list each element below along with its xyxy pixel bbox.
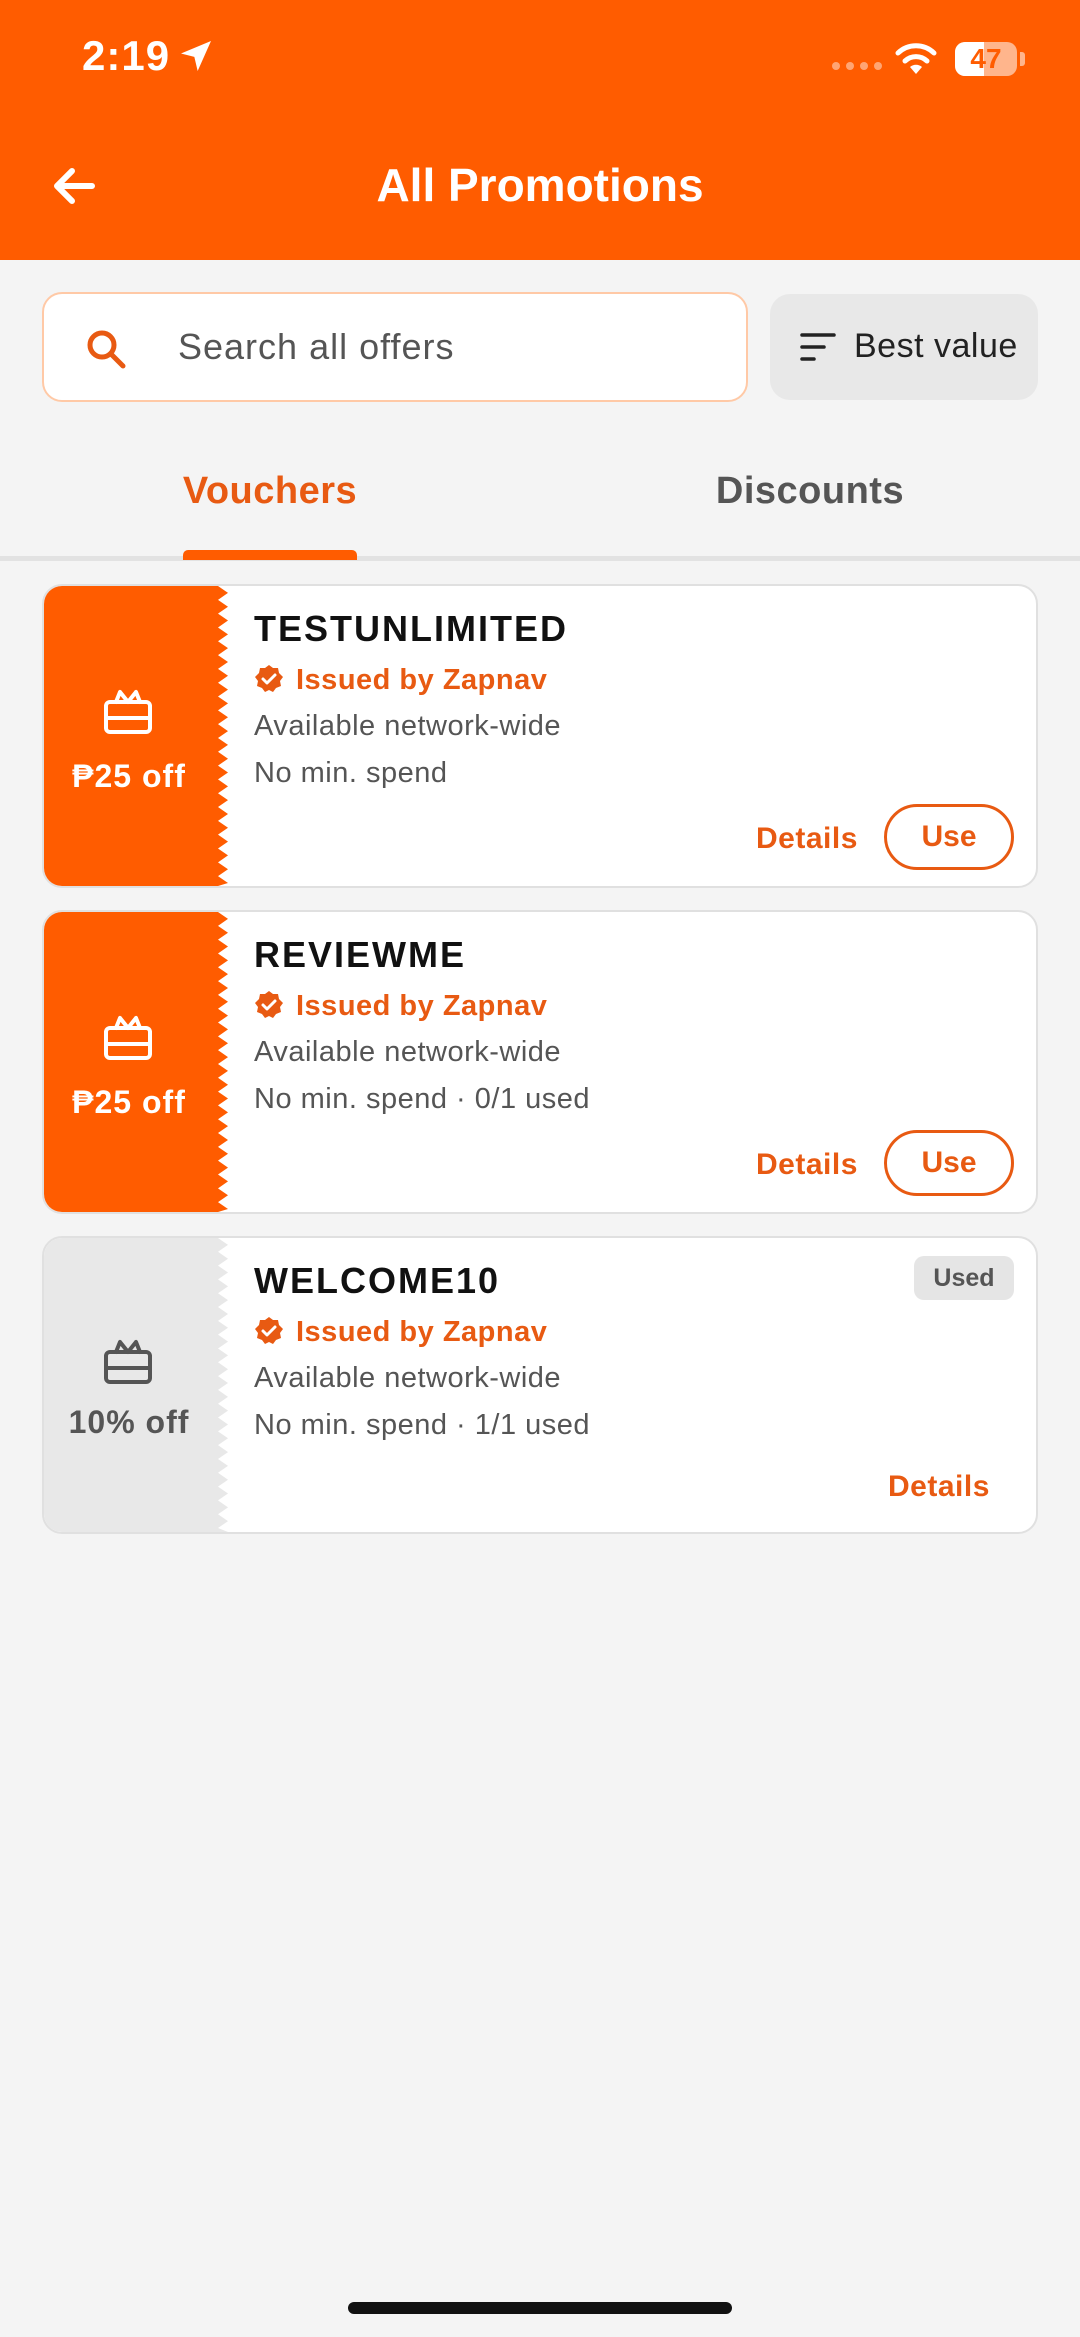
- search-icon: [87, 330, 126, 369]
- voucher-availability: Available network-wide: [254, 1036, 562, 1068]
- sort-button[interactable]: Best value: [770, 294, 1038, 400]
- voucher-card[interactable]: ₱25 off REVIEWME Issued by Zapnav Availa…: [42, 910, 1038, 1214]
- voucher-card[interactable]: ₱25 off TESTUNLIMITED Issued by Zapnav A…: [42, 584, 1038, 888]
- gift-card-icon: [104, 1340, 152, 1384]
- voucher-issuer: Issued by Zapnav: [296, 1316, 548, 1348]
- sort-lines-icon: [800, 333, 836, 361]
- ticket-edge: [218, 912, 230, 1212]
- voucher-availability: Available network-wide: [254, 710, 562, 742]
- voucher-amount-panel: ₱25 off: [44, 586, 228, 886]
- tab-divider: [0, 556, 1080, 561]
- voucher-issuer: Issued by Zapnav: [296, 990, 548, 1022]
- gift-card-icon: [104, 690, 152, 734]
- voucher-amount: ₱25 off: [72, 758, 186, 794]
- tab-discounts[interactable]: Discounts: [660, 470, 960, 513]
- location-arrow-icon: [181, 41, 211, 71]
- use-button[interactable]: Use: [884, 804, 1014, 870]
- voucher-availability: Available network-wide: [254, 1362, 562, 1394]
- voucher-code: TESTUNLIMITED: [254, 608, 568, 649]
- verified-badge-icon: [255, 991, 283, 1018]
- voucher-amount: 10% off: [68, 1404, 190, 1440]
- tab-active-indicator: [183, 550, 357, 560]
- details-link[interactable]: Details: [888, 1470, 990, 1504]
- voucher-terms: No min. spend · 1/1 used: [254, 1409, 591, 1441]
- wifi-icon: [895, 43, 937, 74]
- voucher-code: REVIEWME: [254, 934, 467, 975]
- details-link[interactable]: Details: [756, 1148, 858, 1182]
- ticket-edge: [218, 1238, 230, 1532]
- verified-badge-icon: [255, 665, 283, 692]
- voucher-card[interactable]: 10% off WELCOME10 Used Issued by Zapnav …: [42, 1236, 1038, 1534]
- voucher-issuer: Issued by Zapnav: [296, 664, 548, 696]
- gift-card-icon: [104, 1016, 152, 1060]
- cellular-signal-icon: [832, 62, 882, 70]
- voucher-terms: No min. spend: [254, 757, 448, 789]
- home-indicator: [348, 2302, 732, 2314]
- use-button[interactable]: Use: [884, 1130, 1014, 1196]
- header-bar: 2:19 47 All Promotions: [0, 0, 1080, 260]
- voucher-terms: No min. spend · 0/1 used: [254, 1083, 591, 1115]
- details-link[interactable]: Details: [756, 822, 858, 856]
- voucher-code: WELCOME10: [254, 1260, 501, 1301]
- verified-badge-icon: [255, 1317, 283, 1344]
- voucher-amount-panel: ₱25 off: [44, 912, 228, 1212]
- search-box[interactable]: [42, 292, 748, 402]
- battery-level: 47: [970, 43, 1002, 74]
- used-badge: Used: [914, 1256, 1014, 1300]
- sort-label: Best value: [854, 327, 1018, 365]
- voucher-amount: ₱25 off: [72, 1084, 186, 1120]
- status-time: 2:19: [82, 32, 171, 79]
- voucher-amount-panel: 10% off: [44, 1238, 228, 1532]
- search-input[interactable]: [178, 294, 718, 400]
- ticket-edge: [218, 586, 230, 886]
- page-title: All Promotions: [376, 159, 704, 211]
- tab-vouchers[interactable]: Vouchers: [150, 470, 390, 513]
